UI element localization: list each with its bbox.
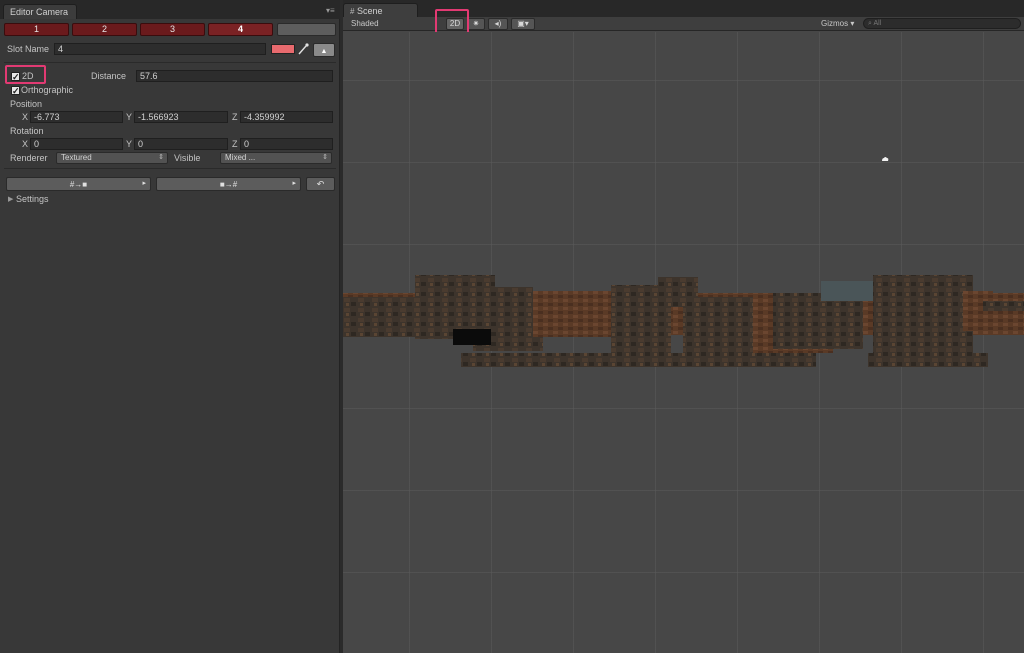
scene-viewport[interactable]: [343, 32, 1024, 653]
camera-to-scene-icon: ■→#: [219, 180, 238, 189]
slot-name-field[interactable]: 4: [54, 43, 266, 55]
scene-tab-label: Scene: [356, 6, 383, 16]
dropdown-arrow-icon: ▾: [850, 19, 855, 28]
position-y-label: Y: [126, 112, 133, 122]
foldout-triangle-icon[interactable]: ▶: [8, 195, 13, 203]
settings-foldout-label[interactable]: Settings: [16, 194, 49, 205]
scene-to-camera-button[interactable]: #→■ ▸: [6, 177, 151, 191]
lighting-toggle-button[interactable]: ✷: [467, 18, 485, 30]
speaker-icon: ◂): [494, 19, 502, 28]
gizmos-label: Gizmos: [821, 19, 849, 28]
two-d-highlight-box: [5, 65, 46, 84]
updown-arrow-icon: ⇕: [158, 154, 164, 161]
search-icon: ⌕: [868, 20, 872, 27]
level-tilemap: [343, 275, 1024, 367]
undo-button[interactable]: ↶: [306, 177, 335, 191]
slot-button-1[interactable]: 1: [4, 23, 69, 36]
position-z-label: Z: [232, 112, 238, 122]
undo-arrow-icon: ↶: [316, 179, 325, 189]
search-field[interactable]: ⌕ All: [863, 18, 1021, 29]
tab-scene[interactable]: # Scene: [343, 3, 418, 17]
editor-camera-panel: Editor Camera ▾≡ 1 2 3 4 Slot Name 4 ▲ ✓…: [0, 0, 340, 653]
scene-to-camera-icon: #→■: [69, 180, 88, 189]
grid-icon: #: [350, 7, 355, 16]
rotation-y-field[interactable]: 0: [134, 138, 228, 150]
rotation-z-field[interactable]: 0: [240, 138, 333, 150]
rotation-x-label: X: [22, 139, 29, 149]
divider: [4, 62, 336, 63]
rotation-y-label: Y: [126, 139, 133, 149]
slot-button-empty[interactable]: [277, 23, 336, 36]
position-z-field[interactable]: -4.359992: [240, 111, 333, 123]
scene-marker-icon: [881, 154, 889, 161]
rotation-x-field[interactable]: 0: [30, 138, 123, 150]
play-arrow-icon: ▸: [142, 180, 146, 187]
camera-to-scene-button[interactable]: ■→# ▸: [156, 177, 301, 191]
renderer-label: Renderer: [10, 153, 48, 163]
position-label: Position: [10, 99, 43, 109]
search-placeholder: All: [873, 20, 882, 27]
position-x-field[interactable]: -6.773: [30, 111, 123, 123]
gizmos-dropdown[interactable]: Gizmos ▾: [821, 19, 854, 29]
rotation-label: Rotation: [10, 126, 44, 136]
distance-label: Distance: [91, 71, 127, 81]
orthographic-checkbox[interactable]: ✓: [11, 86, 20, 96]
scene-panel: # Scene Shaded 2D ✷ ◂) ▣▾ Gizmos ▾ ⌕ All: [343, 0, 1024, 653]
position-y-field[interactable]: -1.566923: [134, 111, 228, 123]
triangle-up-icon: ▲: [320, 48, 328, 55]
visible-label: Visible: [174, 153, 201, 163]
panel-menu-icon[interactable]: ▾≡: [326, 7, 338, 15]
audio-toggle-button[interactable]: ◂): [488, 18, 508, 30]
visible-dropdown-value: Mixed ...: [225, 153, 256, 162]
shading-mode-dropdown[interactable]: Shaded: [351, 19, 379, 29]
sun-icon: ✷: [472, 19, 480, 28]
collapse-button[interactable]: ▲: [313, 43, 335, 57]
updown-arrow-icon: ⇕: [322, 154, 328, 161]
slot-name-label: Slot Name: [7, 44, 50, 54]
slot-button-2[interactable]: 2: [72, 23, 137, 36]
effects-toggle-button[interactable]: ▣▾: [511, 18, 535, 30]
distance-field[interactable]: 57.6: [136, 70, 333, 82]
position-x-label: X: [22, 112, 29, 122]
divider: [4, 168, 336, 169]
left-tab-bar: Editor Camera ▾≡: [0, 0, 340, 19]
visible-dropdown[interactable]: Mixed ... ⇕: [220, 152, 332, 164]
slot-color-swatch[interactable]: [271, 44, 295, 54]
eyedropper-icon[interactable]: [297, 43, 309, 55]
play-arrow-icon: ▸: [292, 180, 296, 187]
slot-button-4[interactable]: 4: [208, 23, 273, 36]
rotation-z-label: Z: [232, 139, 238, 149]
tab-editor-camera[interactable]: Editor Camera: [3, 4, 77, 19]
image-icon: ▣▾: [517, 19, 529, 28]
renderer-dropdown-value: Textured: [61, 153, 92, 162]
renderer-dropdown[interactable]: Textured ⇕: [56, 152, 168, 164]
orthographic-label: Orthographic: [21, 85, 74, 95]
slot-button-3[interactable]: 3: [140, 23, 205, 36]
